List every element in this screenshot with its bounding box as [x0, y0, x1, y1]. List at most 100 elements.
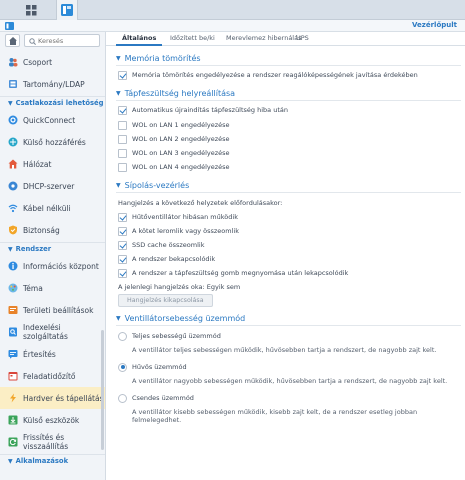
- sidebar-item-network[interactable]: Hálózat: [0, 153, 105, 175]
- divider: [116, 192, 461, 193]
- tab-ups[interactable]: UPS: [290, 32, 315, 46]
- chevron-down-icon: ▼: [116, 55, 121, 62]
- domain-icon: [8, 79, 18, 89]
- beep-fan-option[interactable]: Hűtőventillátor hibásan működik: [118, 212, 238, 222]
- auto-restart-option[interactable]: Automatikus újraindítás tápfeszültség hi…: [118, 105, 288, 115]
- section-label: Alkalmazások: [15, 457, 69, 465]
- search-input[interactable]: [38, 36, 98, 46]
- sidebar-item-label: QuickConnect: [23, 115, 76, 125]
- main-panel: Általános Időzített be/ki Merevlemez hib…: [106, 32, 465, 480]
- option-label: A rendszer bekapcsolódik: [132, 255, 216, 263]
- fan-quiet-option[interactable]: Csendes üzemmód: [118, 393, 194, 403]
- beep-intro: Hangjelzés a következő helyzetek előford…: [118, 199, 283, 207]
- fan-cool-option[interactable]: Hűvös üzemmód: [118, 362, 187, 372]
- fan-cool-radio[interactable]: [118, 362, 127, 372]
- sidebar-item-external-access[interactable]: Külső hozzáférés: [0, 131, 105, 153]
- wol-lan1-option[interactable]: WOL on LAN 1 engedélyezése: [118, 120, 230, 130]
- sidebar-item-label: Kábel nélküli: [23, 203, 71, 213]
- fan-speed-header[interactable]: ▼ Ventillátorsebesség üzemmód: [116, 314, 245, 323]
- beep-power-off-checkbox[interactable]: [118, 268, 127, 278]
- wol-lan2-option[interactable]: WOL on LAN 2 engedélyezése: [118, 134, 230, 144]
- sidebar-item-info-center[interactable]: Információs központ: [0, 255, 105, 277]
- sidebar-item-wireless[interactable]: Kábel nélküli: [0, 197, 105, 219]
- sidebar-item-group[interactable]: Csoport: [0, 51, 105, 73]
- main-menu-button[interactable]: [20, 0, 42, 20]
- fan-full-speed-radio[interactable]: [118, 331, 127, 341]
- sidebar-item-hardware-power[interactable]: Hardver és tápellátás: [0, 387, 105, 409]
- memory-compression-checkbox[interactable]: [118, 70, 127, 80]
- sidebar-item-label: Frissítés és visszaállítás: [23, 433, 69, 451]
- option-label: WOL on LAN 4 engedélyezése: [132, 163, 230, 171]
- sidebar-item-task-scheduler[interactable]: Feladatidőzítő: [0, 365, 105, 387]
- beep-ssd-cache-option[interactable]: SSD cache összeomlik: [118, 240, 204, 250]
- sidebar-item-label: Biztonság: [23, 225, 60, 235]
- beep-volume-checkbox[interactable]: [118, 226, 127, 236]
- wol-lan4-option[interactable]: WOL on LAN 4 engedélyezése: [118, 162, 230, 172]
- sidebar-item-quickconnect[interactable]: QuickConnect: [0, 109, 105, 131]
- sidebar-item-update-restore[interactable]: Frissítés és visszaállítás: [0, 431, 105, 453]
- wol-lan3-checkbox[interactable]: [118, 148, 127, 158]
- wol-lan1-checkbox[interactable]: [118, 120, 127, 130]
- taskbar: [0, 0, 465, 20]
- sidebar-item-label: Csoport: [23, 57, 53, 67]
- fan-quiet-radio[interactable]: [118, 393, 127, 403]
- sidebar-item-external-devices[interactable]: Külső eszközök: [0, 409, 105, 431]
- section-system[interactable]: ▼ Rendszer: [0, 242, 105, 255]
- sidebar-item-label: Feladatidőzítő: [23, 371, 76, 381]
- auto-restart-checkbox[interactable]: [118, 105, 127, 115]
- section-connectivity[interactable]: ▼ Csatlakozási lehetőség: [0, 96, 105, 109]
- beep-fan-checkbox[interactable]: [118, 212, 127, 222]
- info-icon: [8, 261, 18, 271]
- tab-power-schedule[interactable]: Időzített be/ki: [164, 32, 221, 46]
- wol-lan3-option[interactable]: WOL on LAN 3 engedélyezése: [118, 148, 230, 158]
- wol-lan2-checkbox[interactable]: [118, 134, 127, 144]
- option-label: WOL on LAN 2 engedélyezése: [132, 135, 230, 143]
- sidebar-scrollbar[interactable]: [101, 330, 104, 450]
- sidebar-item-indexing-service[interactable]: Indexelési szolgáltatás: [0, 321, 105, 343]
- sidebar: Csoport Tartomány/LDAP ▼Csatlakozási leh…: [0, 32, 106, 480]
- chevron-down-icon: ▼: [116, 315, 121, 322]
- option-label: Csendes üzemmód: [132, 394, 194, 402]
- control-panel-logo-icon: [5, 22, 14, 32]
- memory-compression-header[interactable]: ▼ Memória tömörítés: [116, 54, 201, 63]
- tab-bar: Általános Időzített be/ki Merevlemez hib…: [106, 32, 465, 46]
- app-grid-icon: [25, 4, 36, 15]
- power-recovery-header[interactable]: ▼ Tápfeszültség helyreállítása: [116, 89, 235, 98]
- section-title: Sípolás-vezérlés: [124, 181, 190, 190]
- sidebar-item-notification[interactable]: Értesítés: [0, 343, 105, 365]
- control-panel-taskbar-button[interactable]: [56, 0, 78, 20]
- sidebar-item-security[interactable]: Biztonság: [0, 219, 105, 241]
- fan-full-speed-option[interactable]: Teljes sebességű üzemmód: [118, 331, 221, 341]
- sidebar-item-domain-ldap[interactable]: Tartomány/LDAP: [0, 73, 105, 95]
- sidebar-item-label: Indexelési szolgáltatás: [23, 323, 68, 341]
- theme-icon: [8, 283, 18, 293]
- memory-compression-option[interactable]: Memória tömörítés engedélyezése a rendsz…: [118, 70, 418, 80]
- chevron-down-icon: ▼: [8, 457, 13, 465]
- home-button[interactable]: [5, 34, 20, 47]
- quickconnect-icon: [8, 115, 18, 125]
- wol-lan4-checkbox[interactable]: [118, 162, 127, 172]
- section-label: Csatlakozási lehetőség: [15, 99, 104, 107]
- sidebar-item-theme[interactable]: Téma: [0, 277, 105, 299]
- sidebar-item-label: Értesítés: [23, 349, 56, 359]
- option-label: Hűtőventillátor hibásan működik: [132, 213, 238, 221]
- chevron-down-icon: ▼: [116, 182, 121, 189]
- beep-power-off-option[interactable]: A rendszer a tápfeszültség gomb megnyomá…: [118, 268, 348, 278]
- beep-volume-option[interactable]: A kötet leromlik vagy összeomlik: [118, 226, 239, 236]
- divider: [116, 100, 461, 101]
- mute-beep-button[interactable]: Hangjelzés kikapcsolása: [118, 294, 213, 307]
- sidebar-item-regional-options[interactable]: Területi beállítások: [0, 299, 105, 321]
- fan-quiet-desc: A ventillátor kisebb sebességen működik,…: [132, 408, 418, 424]
- sidebar-item-dhcp-server[interactable]: DHCP-szerver: [0, 175, 105, 197]
- beep-power-on-checkbox[interactable]: [118, 254, 127, 264]
- beep-control-header[interactable]: ▼ Sípolás-vezérlés: [116, 181, 189, 190]
- beep-power-on-option[interactable]: A rendszer bekapcsolódik: [118, 254, 215, 264]
- option-label: Memória tömörítés engedélyezése a rendsz…: [132, 71, 418, 79]
- section-title: Tápfeszültség helyreállítása: [124, 89, 236, 98]
- external-devices-icon: [8, 415, 18, 425]
- search-box[interactable]: [24, 34, 100, 47]
- tab-general[interactable]: Általános: [116, 32, 163, 46]
- section-applications[interactable]: ▼ Alkalmazások: [0, 454, 105, 467]
- sidebar-item-label: Hálózat: [23, 159, 52, 169]
- beep-ssd-cache-checkbox[interactable]: [118, 240, 127, 250]
